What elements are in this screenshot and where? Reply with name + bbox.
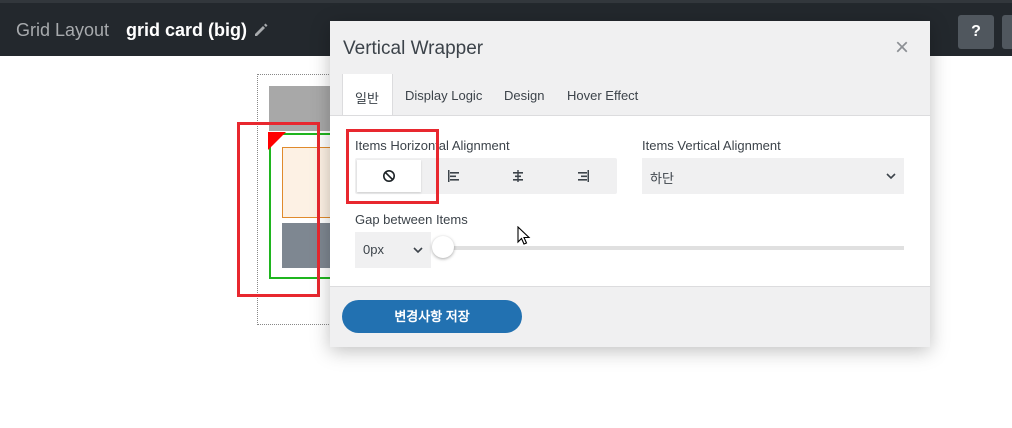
- align-left-icon: [448, 170, 459, 182]
- align-center-button[interactable]: [486, 160, 550, 192]
- tab-display-logic[interactable]: Display Logic: [405, 74, 482, 115]
- chevron-down-icon: [886, 173, 896, 180]
- annotation-highlight-box: [237, 122, 320, 297]
- tab-hover-effect[interactable]: Hover Effect: [567, 74, 638, 115]
- pencil-icon[interactable]: [252, 21, 270, 39]
- gap-slider-track[interactable]: [440, 246, 904, 250]
- help-button[interactable]: ?: [958, 15, 994, 49]
- tab-design[interactable]: Design: [504, 74, 544, 115]
- settings-dialog: Vertical Wrapper × 일반 Display Logic Desi…: [330, 21, 930, 347]
- page-title: grid card (big): [126, 20, 247, 40]
- align-right-button[interactable]: [551, 160, 615, 192]
- tab-general[interactable]: 일반: [342, 74, 393, 115]
- tab-bar: 일반 Display Logic Design Hover Effect: [330, 74, 930, 115]
- mouse-cursor-icon: [517, 226, 531, 245]
- toolbar-button[interactable]: [1002, 15, 1012, 49]
- annotation-highlight-box: [346, 129, 439, 204]
- align-right-icon: [578, 170, 589, 182]
- gap-label: Gap between Items: [355, 212, 468, 227]
- vertical-alignment-value: 하단: [650, 171, 674, 186]
- gap-unit-value: 0px: [363, 242, 384, 257]
- chevron-down-icon: [413, 247, 423, 254]
- dialog-title: Vertical Wrapper: [343, 38, 484, 59]
- align-center-icon: [513, 170, 523, 182]
- gap-unit-select[interactable]: 0px: [355, 232, 431, 268]
- vertical-alignment-select[interactable]: 하단: [642, 158, 904, 194]
- gap-slider-handle[interactable]: [432, 236, 454, 258]
- save-button[interactable]: 변경사항 저장: [342, 300, 522, 333]
- vertical-alignment-label: Items Vertical Alignment: [642, 138, 781, 153]
- breadcrumb[interactable]: Grid Layout: [16, 20, 109, 41]
- close-icon[interactable]: ×: [892, 36, 912, 60]
